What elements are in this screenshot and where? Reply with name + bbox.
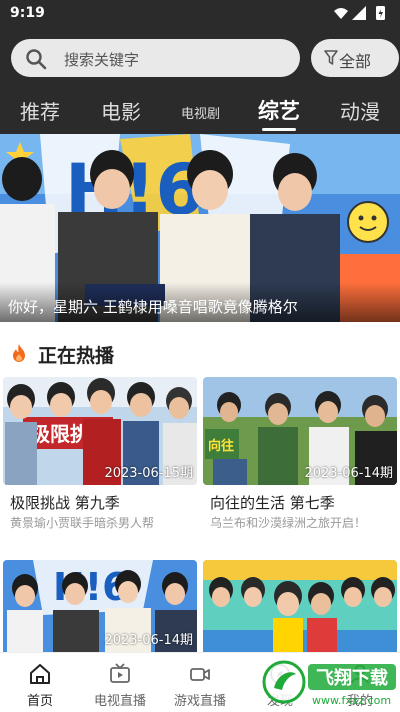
filter-all-button[interactable]: 全部 (311, 39, 399, 77)
video-camera-icon (190, 668, 210, 681)
svg-text:向往: 向往 (208, 438, 234, 454)
section-header: 正在热播 (11, 340, 211, 368)
section-title: 正在热播 (38, 345, 115, 367)
watermark-text: 飞翔下载 (316, 667, 388, 689)
show-card[interactable]: 向往 2023-06-14期 向往的生活 第七季 乌兰布和沙漠绿洲之旅开启！ (203, 377, 397, 537)
banner-caption: 你好，星期六 王鹤棣用嗓音唱歌竟像腾格尔 (0, 282, 400, 322)
search-placeholder: 搜索关键字 (64, 51, 140, 69)
fire-icon (13, 344, 25, 362)
show-subtitle: 黄景瑜小贾联手暗杀男人帮 (10, 516, 155, 530)
wifi-icon (334, 8, 348, 19)
tab-variety[interactable]: 综艺 (258, 95, 300, 125)
show-thumbnail (203, 560, 397, 652)
nav-tv-live-label: 电视直播 (93, 694, 146, 709)
top-header: 9:19 搜索关键字 全部 推荐 电影 电视剧 综艺 动漫 (0, 0, 400, 134)
status-bar: 9:19 (0, 0, 400, 28)
watermark-url: www.fxxz.com (312, 694, 391, 707)
status-time: 9:19 (10, 5, 45, 21)
show-subtitle: 乌兰布和沙漠绿洲之旅开启！ (210, 516, 367, 530)
show-card[interactable]: 极限挑战 2023-06-15期 极限挑战 第九季 黄景瑜小贾联手暗杀男人帮 (3, 377, 197, 537)
tab-recommend[interactable]: 推荐 (20, 96, 60, 125)
category-tabs: 推荐 电影 电视剧 综艺 动漫 (0, 92, 400, 134)
nav-home-label: 首页 (26, 694, 53, 709)
tab-tv-series[interactable]: 电视剧 (181, 103, 220, 122)
signal-icon (352, 6, 366, 20)
episode-date: 2023-06-14期 (104, 633, 193, 648)
show-card[interactable] (203, 560, 397, 652)
search-icon (26, 49, 47, 70)
banner-caption-text: 你好，星期六 王鹤棣用嗓音唱歌竟像腾格尔 (8, 298, 298, 316)
show-card[interactable]: H!6 2023-06-14期 (3, 560, 197, 652)
featured-banner[interactable]: H!6 你好，星期六 王鹤棣用嗓音唱歌竟像腾格尔 (0, 134, 400, 322)
nav-home[interactable]: 首页 (0, 653, 80, 712)
nav-tv-live[interactable]: 电视直播 (80, 653, 160, 712)
show-thumbnail: H!6 2023-06-14期 (3, 560, 197, 652)
tab-movie[interactable]: 电影 (101, 96, 141, 125)
filter-icon (324, 50, 338, 65)
tv-icon (110, 663, 130, 683)
search-input[interactable]: 搜索关键字 (11, 39, 300, 77)
active-tab-indicator (262, 128, 296, 131)
home-icon (30, 664, 50, 684)
watermark-logo: 飞翔下载 www.fxxz.com (262, 658, 398, 708)
show-title: 极限挑战 第九季 (10, 494, 120, 512)
status-icons (334, 6, 385, 20)
filter-all-label: 全部 (339, 52, 372, 71)
show-thumbnail: 极限挑战 2023-06-15期 (3, 377, 197, 485)
nav-game-live[interactable]: 游戏直播 (160, 653, 240, 712)
show-thumbnail: 向往 2023-06-14期 (203, 377, 397, 485)
episode-date: 2023-06-15期 (104, 466, 193, 481)
tab-anime[interactable]: 动漫 (340, 96, 380, 125)
nav-game-live-label: 游戏直播 (173, 694, 226, 709)
show-title: 向往的生活 第七季 (210, 494, 335, 512)
episode-date: 2023-06-14期 (304, 466, 393, 481)
